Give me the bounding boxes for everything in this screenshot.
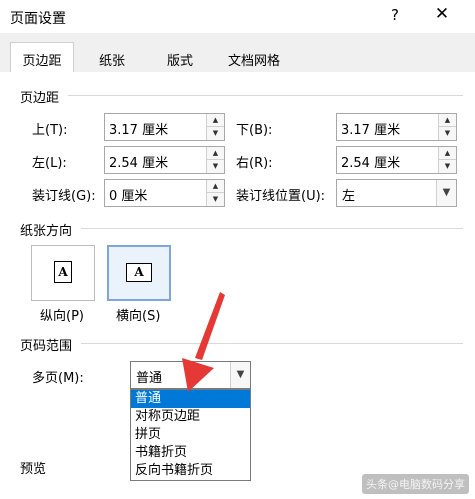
- spin-down-icon[interactable]: ▼: [207, 127, 224, 140]
- landscape-page-icon: A: [126, 263, 152, 282]
- multiple-pages-dropdown: 普通 对称页边距 拼页 书籍折页 反向书籍折页: [130, 389, 251, 481]
- spin-buttons: ▲ ▼: [206, 147, 224, 173]
- tab-doc-grid[interactable]: 文档网格: [214, 45, 294, 72]
- dropdown-option[interactable]: 书籍折页: [131, 444, 250, 462]
- spin-up-icon[interactable]: ▲: [439, 114, 456, 127]
- spin-up-icon[interactable]: ▲: [207, 147, 224, 160]
- preview-section-title: 预览: [20, 462, 47, 477]
- chevron-down-icon[interactable]: ▼: [230, 362, 250, 388]
- dialog-title: 页面设置: [10, 11, 66, 27]
- gutter-position-value: 左: [342, 189, 356, 204]
- spin-buttons: ▲ ▼: [206, 114, 224, 140]
- tab-paper[interactable]: 纸张: [84, 45, 140, 72]
- orientation-section-title: 纸张方向: [20, 224, 73, 239]
- spin-down-icon[interactable]: ▼: [439, 160, 456, 173]
- gutter-value: 0 厘米: [109, 189, 148, 204]
- section-divider: [81, 228, 463, 229]
- margins-section-title: 页边距: [20, 91, 60, 106]
- spin-down-icon[interactable]: ▼: [439, 127, 456, 140]
- spin-buttons: ▲ ▼: [206, 180, 224, 206]
- landscape-option[interactable]: A: [107, 245, 171, 301]
- dropdown-option[interactable]: 对称页边距: [131, 408, 250, 426]
- pages-section-title: 页码范围: [20, 339, 73, 354]
- dropdown-option[interactable]: 拼页: [131, 426, 250, 444]
- section-divider: [81, 343, 463, 344]
- gutter-position-label: 装订线位置(U):: [236, 189, 326, 204]
- spin-down-icon[interactable]: ▼: [207, 193, 224, 206]
- spin-up-icon[interactable]: ▲: [207, 114, 224, 127]
- tab-margins[interactable]: 页边距: [10, 42, 74, 72]
- bottom-margin-label: 下(B):: [236, 123, 273, 138]
- bottom-margin-spinner[interactable]: 3.17 厘米 ▲ ▼: [336, 113, 457, 141]
- bottom-margin-value: 3.17 厘米: [341, 123, 401, 138]
- top-margin-value: 3.17 厘米: [109, 123, 169, 138]
- section-divider: [68, 95, 463, 96]
- right-margin-label: 右(R):: [236, 156, 273, 171]
- top-margin-spinner[interactable]: 3.17 厘米 ▲ ▼: [104, 113, 225, 141]
- gutter-position-select[interactable]: 左 ▼: [336, 179, 457, 207]
- portrait-page-icon: A: [54, 261, 72, 283]
- landscape-label: 横向(S): [116, 309, 161, 324]
- spin-up-icon[interactable]: ▲: [439, 147, 456, 160]
- top-margin-label: 上(T):: [32, 123, 68, 138]
- left-margin-spinner[interactable]: 2.54 厘米 ▲ ▼: [104, 146, 225, 174]
- multiple-pages-value: 普通: [136, 371, 163, 386]
- close-icon[interactable]: ✕: [431, 4, 453, 24]
- spin-up-icon[interactable]: ▲: [207, 180, 224, 193]
- left-margin-value: 2.54 厘米: [109, 156, 169, 171]
- chevron-down-icon[interactable]: ▼: [436, 180, 456, 206]
- left-margin-label: 左(L):: [32, 156, 67, 171]
- gutter-label: 装订线(G):: [32, 189, 96, 204]
- dropdown-option[interactable]: 反向书籍折页: [131, 462, 250, 480]
- tab-layout[interactable]: 版式: [152, 45, 208, 72]
- spin-buttons: ▲ ▼: [438, 114, 456, 140]
- right-margin-spinner[interactable]: 2.54 厘米 ▲ ▼: [336, 146, 457, 174]
- annotation-arrow-icon: [182, 292, 225, 392]
- multiple-pages-label: 多页(M):: [32, 371, 84, 386]
- gutter-spinner[interactable]: 0 厘米 ▲ ▼: [104, 179, 225, 207]
- spin-buttons: ▲ ▼: [438, 147, 456, 173]
- spin-down-icon[interactable]: ▼: [207, 160, 224, 173]
- portrait-option[interactable]: A: [31, 245, 95, 301]
- help-icon[interactable]: ?: [385, 6, 405, 24]
- right-margin-value: 2.54 厘米: [341, 156, 401, 171]
- watermark: 头条@电脑数码分享: [362, 474, 469, 494]
- portrait-label: 纵向(P): [40, 309, 84, 324]
